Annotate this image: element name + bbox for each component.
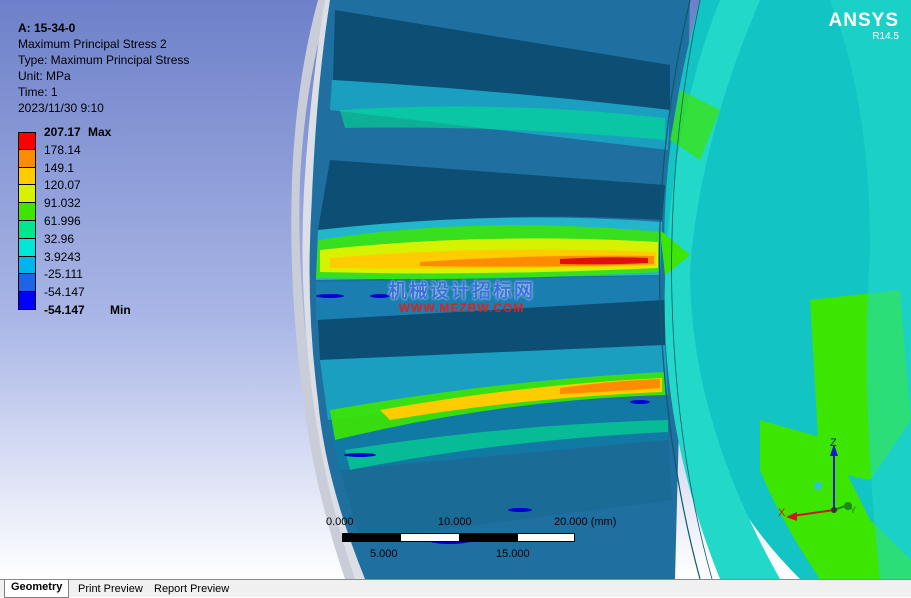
axis-label-x: X bbox=[778, 507, 786, 519]
scale-segment bbox=[459, 533, 518, 542]
legend-value: 178.14 bbox=[44, 142, 81, 157]
legend-max-suffix: Max bbox=[88, 125, 112, 139]
legend-swatch bbox=[18, 167, 36, 186]
legend-value: 32.96 bbox=[44, 231, 75, 246]
scale-label-bottom: 15.000 bbox=[496, 548, 530, 560]
legend-value: 120.07 bbox=[44, 178, 81, 193]
legend-value: 3.9243 bbox=[44, 249, 81, 264]
graphics-viewport[interactable]: A: 15-34-0 Maximum Principal Stress 2 Ty… bbox=[0, 0, 911, 579]
legend-swatch bbox=[18, 256, 36, 275]
ansys-logo: ANSYS R14.5 bbox=[829, 10, 899, 42]
legend-value: -54.147 bbox=[44, 285, 85, 300]
result-time: Time: 1 bbox=[18, 85, 58, 99]
legend-min-value: -54.147 bbox=[44, 302, 85, 317]
legend-swatch bbox=[18, 292, 36, 310]
legend-value: 149.1 bbox=[44, 160, 75, 175]
watermark: 机械设计招标网 WWW.MEZBW.COM bbox=[388, 276, 535, 315]
axis-label-y: Y bbox=[850, 505, 856, 515]
legend-swatch bbox=[18, 185, 36, 204]
tab-report-preview[interactable]: Report Preview bbox=[148, 582, 235, 597]
scale-label-top: 10.000 bbox=[438, 516, 472, 528]
legend-swatch bbox=[18, 203, 36, 221]
brand-version: R14.5 bbox=[872, 31, 899, 42]
scale-segment bbox=[342, 533, 401, 542]
result-info: A: 15-34-0 Maximum Principal Stress 2 Ty… bbox=[18, 20, 189, 116]
result-subtitle: Maximum Principal Stress 2 bbox=[18, 37, 167, 51]
scale-segment bbox=[400, 533, 460, 542]
result-unit: Unit: MPa bbox=[18, 69, 71, 83]
view-tab-bar: Geometry Print Preview Report Preview bbox=[0, 579, 911, 598]
legend-min-suffix: Min bbox=[110, 302, 131, 317]
brand-name: ANSYS bbox=[828, 10, 899, 31]
watermark-text: 机械设计招标网 bbox=[388, 281, 536, 302]
legend-swatch bbox=[18, 274, 36, 293]
result-type: Type: Maximum Principal Stress bbox=[18, 53, 190, 67]
legend-swatch bbox=[18, 149, 36, 168]
axis-triad[interactable]: Z X Y bbox=[770, 436, 860, 526]
result-date: 2023/11/30 9:10 bbox=[18, 101, 104, 115]
legend-value: -25.111 bbox=[44, 267, 83, 282]
scale-segment bbox=[517, 533, 575, 542]
scale-label-bottom: 5.000 bbox=[370, 548, 398, 560]
legend-value: 207.17 bbox=[44, 125, 81, 139]
watermark-url: WWW.MEZBW.COM bbox=[398, 301, 525, 315]
tab-print-preview[interactable]: Print Preview bbox=[72, 582, 149, 597]
scale-label-top: 0.000 bbox=[326, 516, 354, 528]
result-name: A: 15-34-0 bbox=[18, 21, 76, 35]
legend-value: 91.032 bbox=[44, 196, 81, 211]
legend-value: 61.996 bbox=[44, 213, 81, 228]
tab-geometry[interactable]: Geometry bbox=[4, 580, 70, 598]
legend-swatch bbox=[18, 238, 36, 257]
legend-swatch bbox=[18, 132, 36, 150]
legend-swatch bbox=[18, 220, 36, 239]
scale-bar: 0.000 10.000 20.000 (mm) 5.000 15.000 bbox=[326, 516, 616, 566]
scale-label-top: 20.000 (mm) bbox=[554, 516, 617, 528]
axis-label-z: Z bbox=[830, 437, 837, 449]
